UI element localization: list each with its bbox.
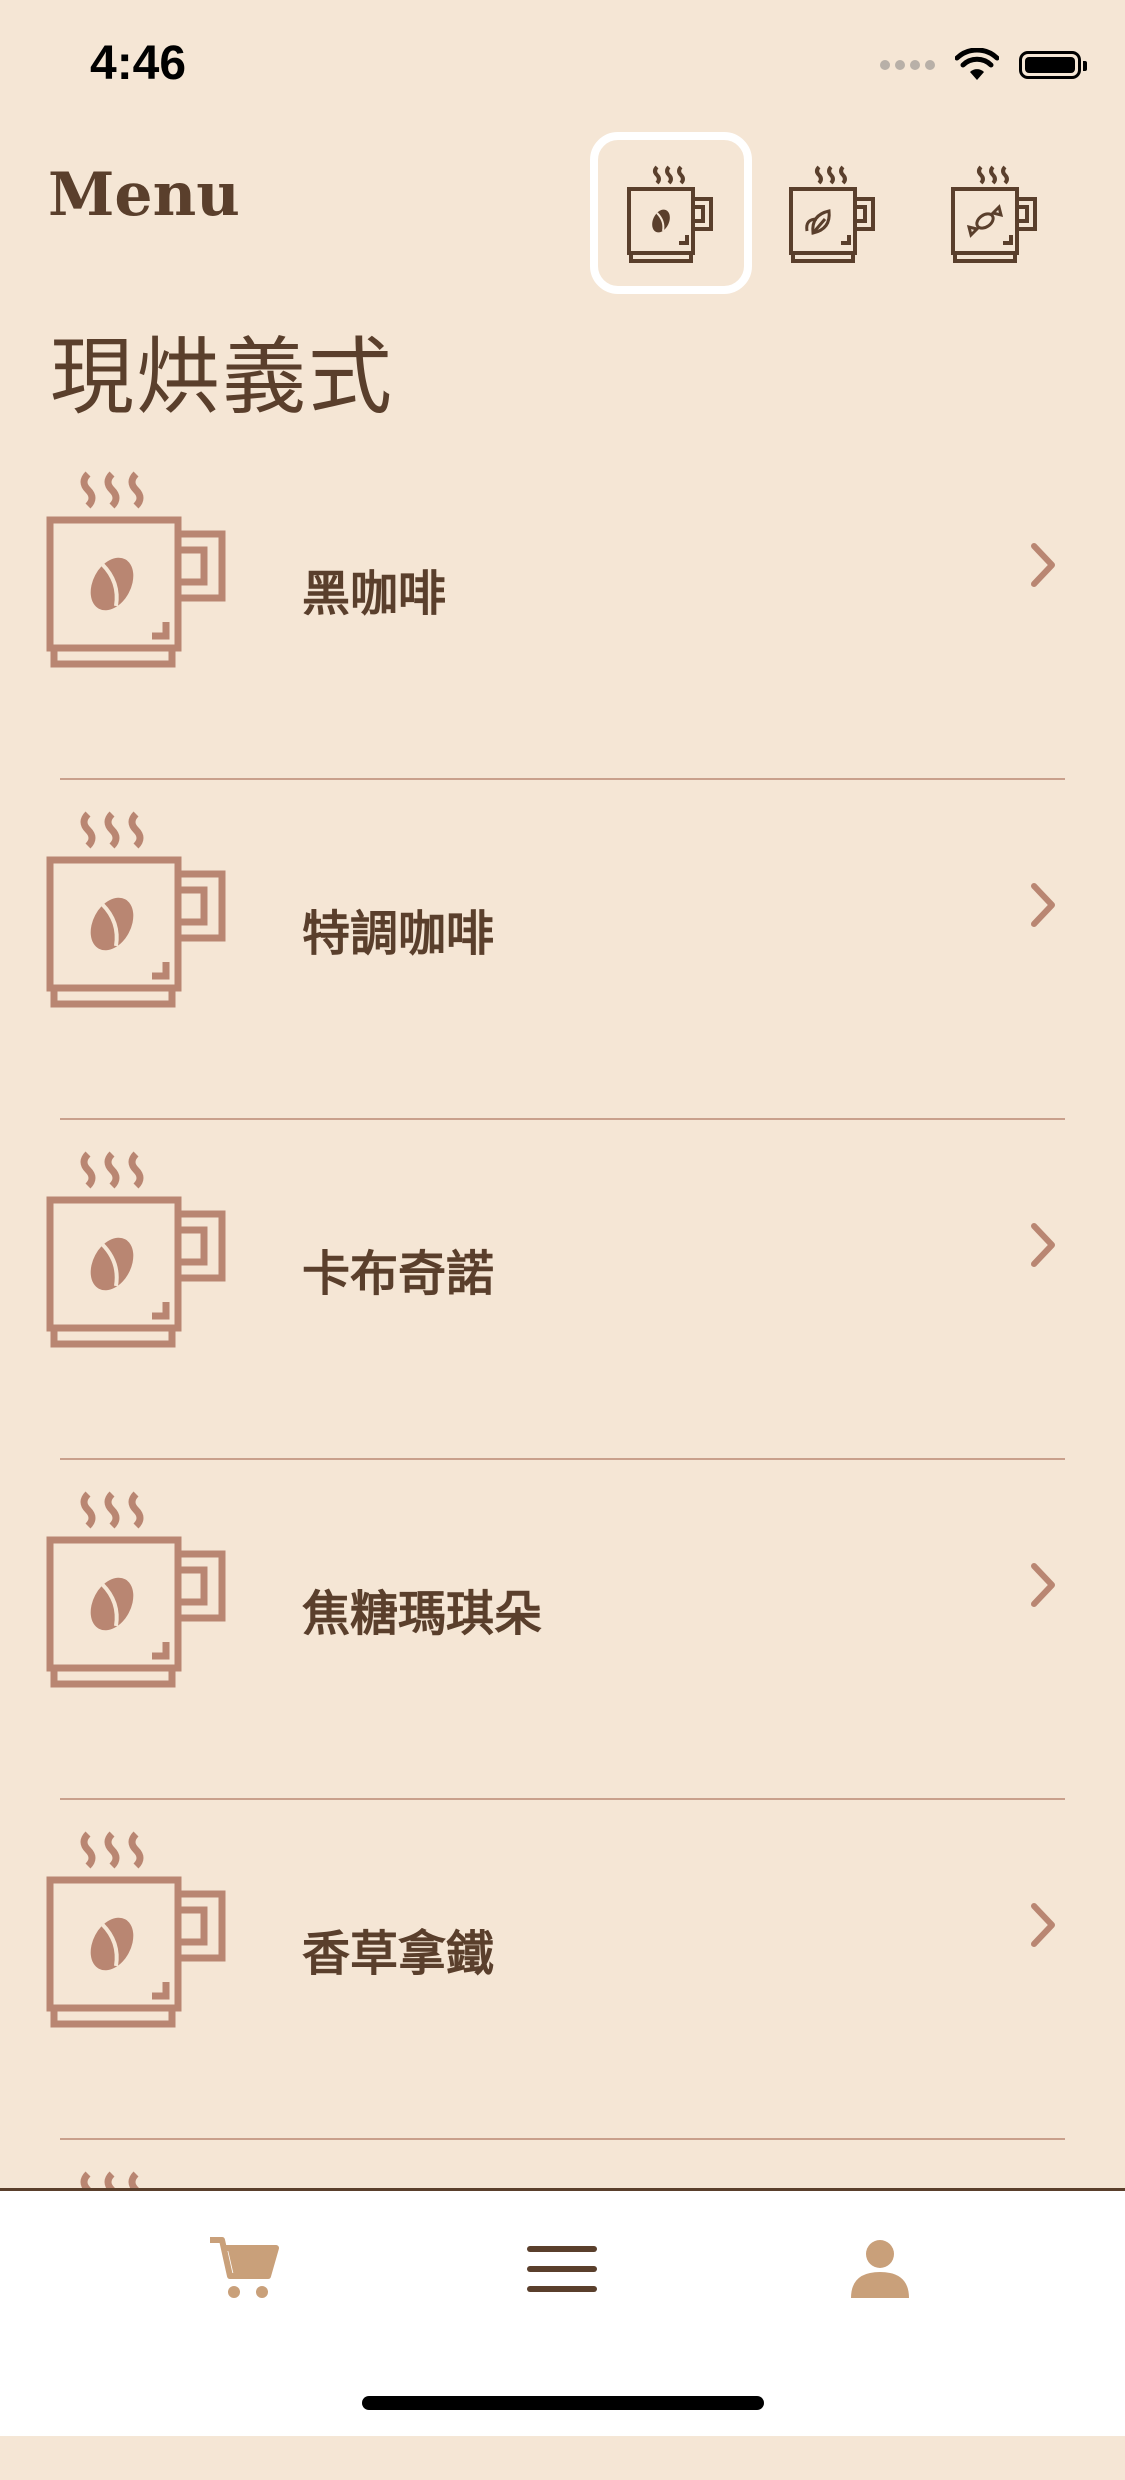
status-indicators	[880, 48, 1087, 82]
cart-icon	[210, 2237, 279, 2298]
category-tab-tea[interactable]	[752, 132, 914, 294]
category-tabs	[590, 132, 1076, 294]
page-title: Menu	[48, 160, 240, 230]
coffee-mug-icon	[46, 811, 226, 1008]
status-time: 4:46	[90, 37, 187, 90]
section-title: 現烘義式	[50, 328, 395, 426]
menu-item-label: 香草拿鐵	[302, 1926, 495, 1982]
coffee-mug-bean-icon	[627, 165, 713, 263]
cellular-signal-icon	[880, 60, 935, 70]
tea-mug-leaf-icon	[789, 165, 875, 263]
coffee-mug-icon	[46, 1151, 226, 1348]
hamburger-menu-icon	[527, 2246, 597, 2292]
dessert-mug-candy-icon	[951, 165, 1037, 263]
coffee-mug-icon	[46, 1831, 226, 2028]
chevron-right-icon	[1031, 1903, 1055, 1947]
chevron-right-icon	[1031, 543, 1055, 587]
coffee-mug-icon	[46, 1491, 226, 1688]
menu-item-row[interactable]: 卡布奇諾	[0, 1120, 1125, 1460]
menu-item-row[interactable]: 黑咖啡	[0, 440, 1125, 780]
category-tab-dessert[interactable]	[914, 132, 1076, 294]
menu-item-row[interactable]: 焦糖瑪琪朵	[0, 1460, 1125, 1800]
menu-item-label: 黑咖啡	[302, 566, 447, 622]
person-icon	[851, 2240, 909, 2298]
menu-item-label: 特調咖啡	[302, 906, 495, 962]
category-tab-coffee[interactable]	[590, 132, 752, 294]
wifi-icon	[955, 48, 999, 80]
menu-item-label: 卡布奇諾	[302, 1246, 495, 1302]
menu-item-label: 焦糖瑪琪朵	[302, 1586, 543, 1642]
tab-menu[interactable]	[522, 2229, 602, 2309]
menu-item-row[interactable]: 香草拿鐵	[0, 1800, 1125, 2140]
chevron-right-icon	[1031, 883, 1055, 927]
chevron-right-icon	[1031, 1223, 1055, 1267]
menu-list: 黑咖啡 特調咖啡 卡布奇諾 焦糖瑪琪朵 香草拿鐵	[0, 440, 1125, 2480]
tab-cart[interactable]	[203, 2229, 283, 2309]
battery-icon	[1019, 51, 1087, 79]
menu-item-row[interactable]: 特調咖啡	[0, 780, 1125, 1120]
coffee-mug-icon	[46, 471, 226, 668]
chevron-right-icon	[1031, 1563, 1055, 1607]
home-indicator	[362, 2396, 764, 2410]
tab-profile[interactable]	[840, 2229, 920, 2309]
status-bar: 4:46	[0, 0, 1125, 140]
